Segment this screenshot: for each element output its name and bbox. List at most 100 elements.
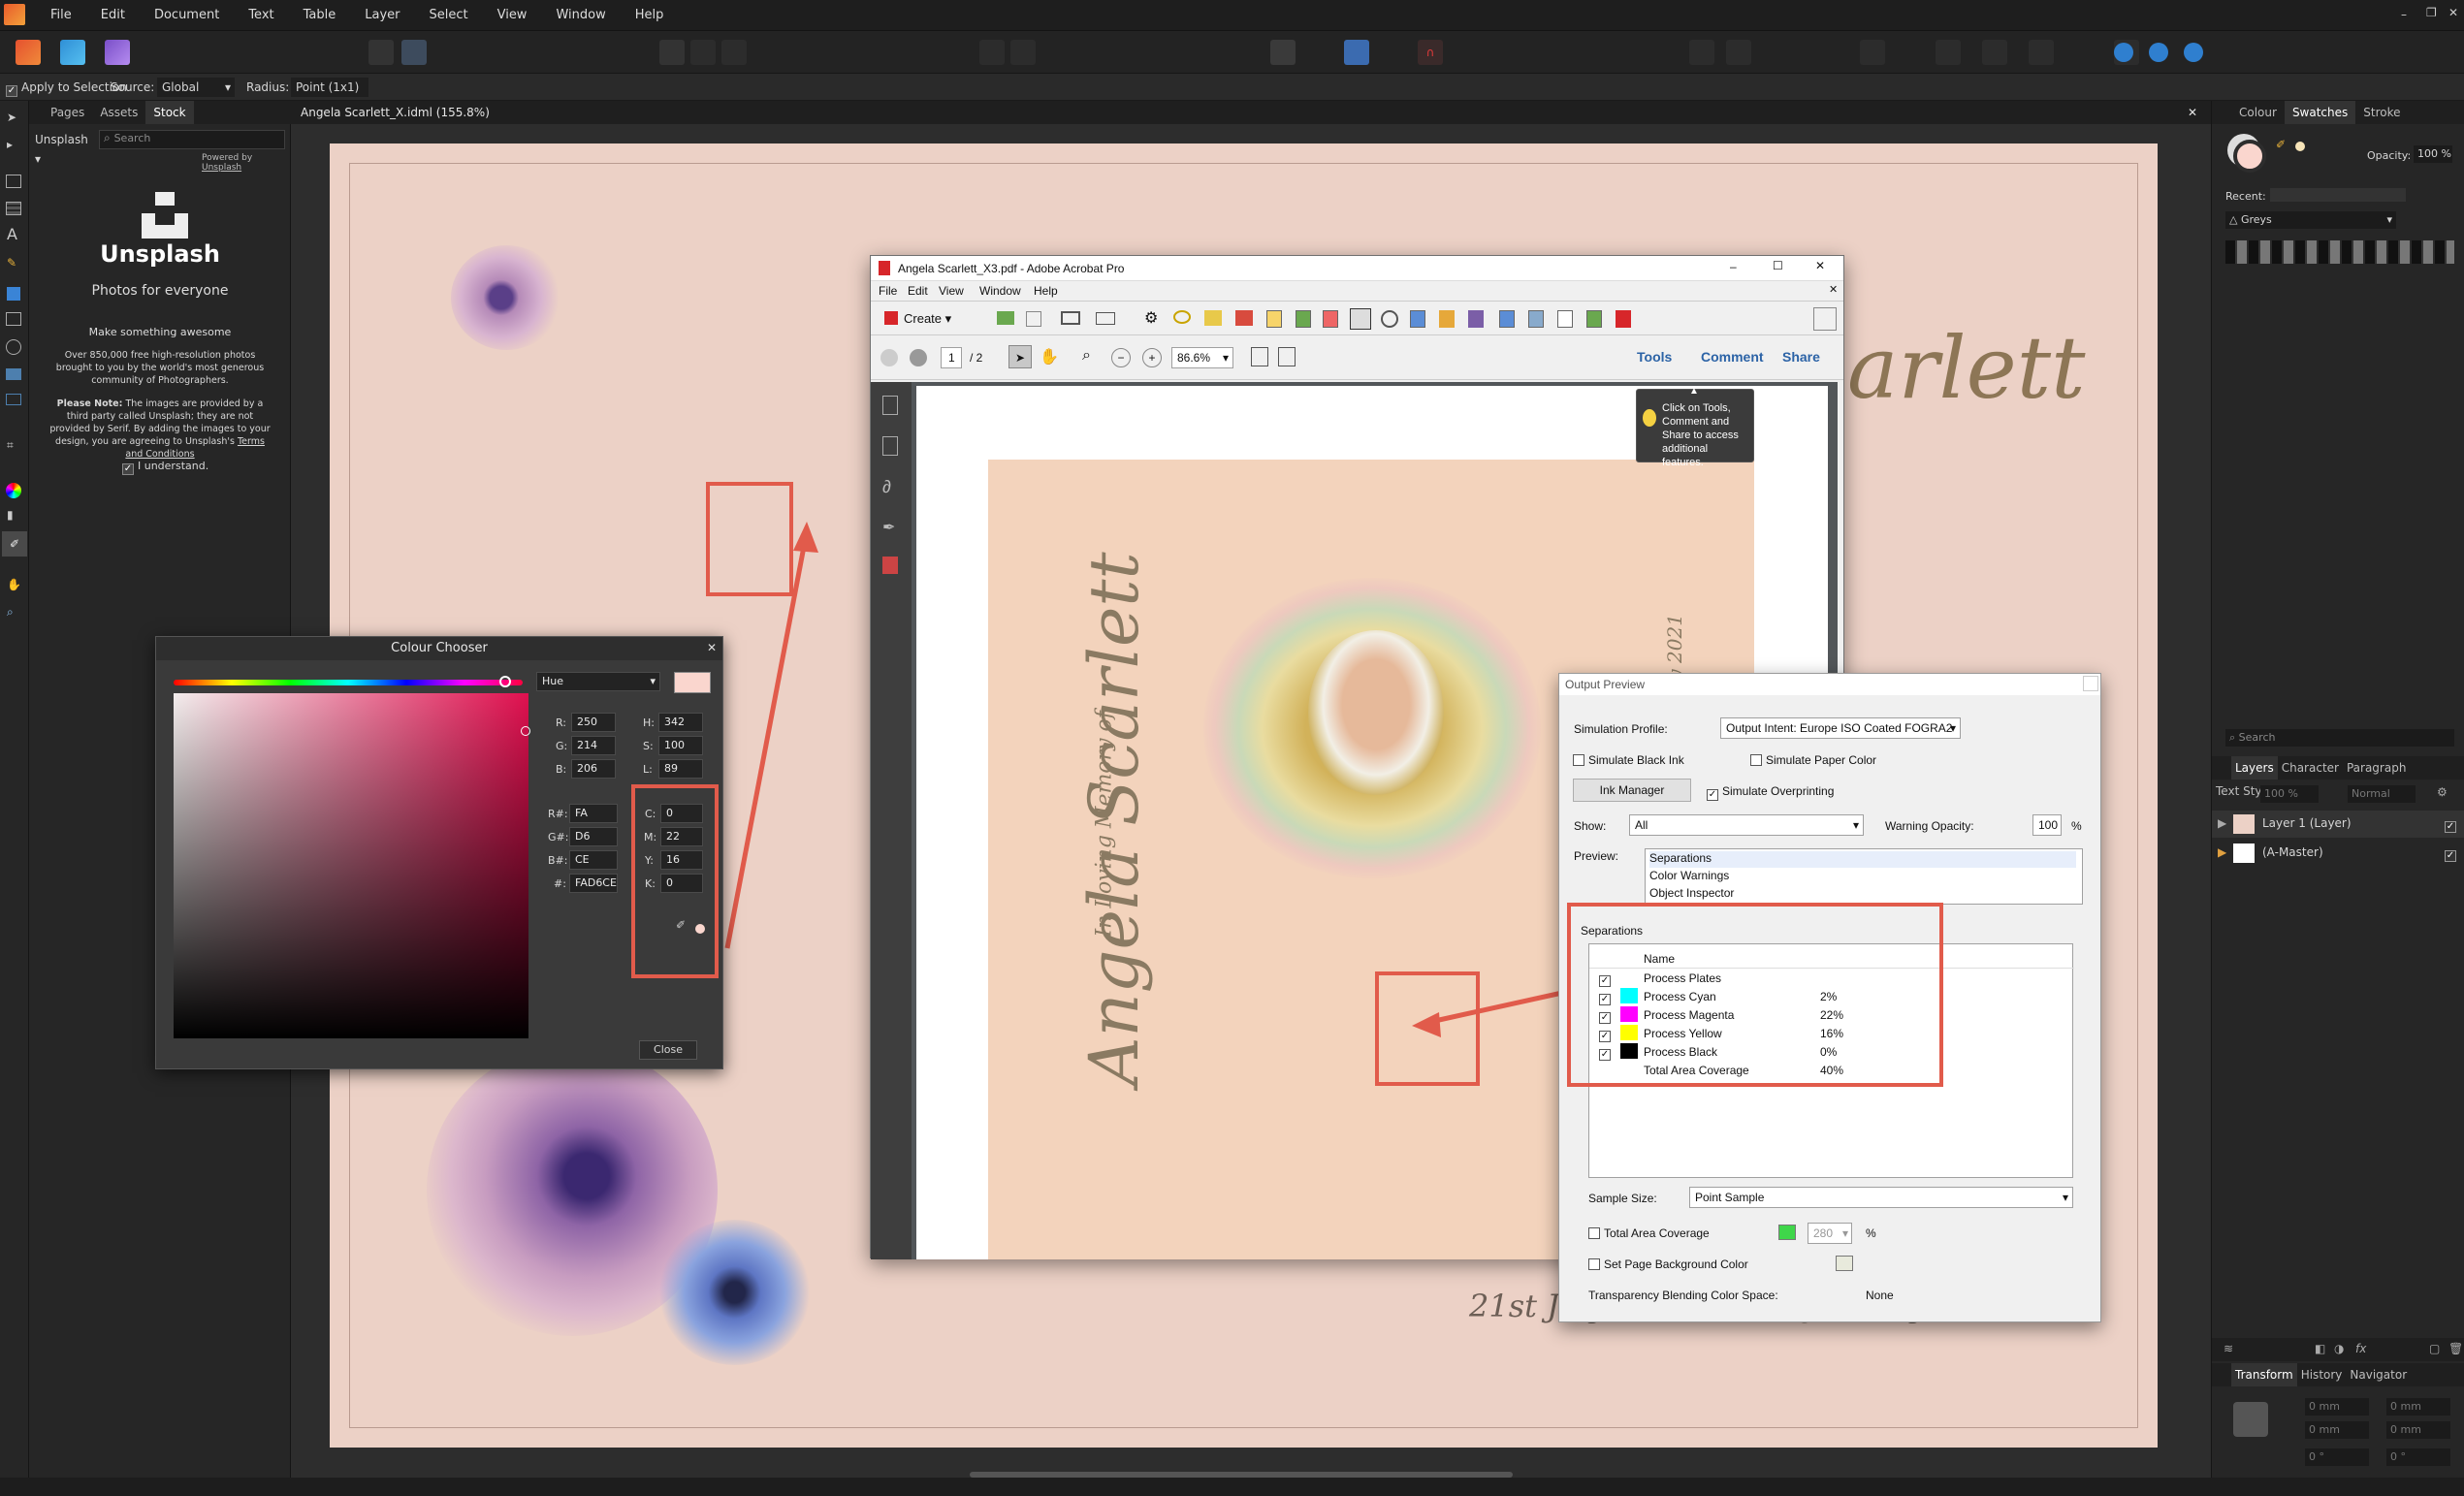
tools-pane-button[interactable]: Tools [1637,349,1672,365]
show-dropdown[interactable]: All ▾ [1629,814,1864,836]
settings-icon[interactable]: ⚙ [1144,308,1158,328]
opacity-input[interactable]: 100 % [2414,145,2452,163]
preview-item-object-inspector[interactable]: Object Inspector [1649,886,1734,900]
ellipse-frame-tool-icon[interactable] [6,339,21,355]
tab-assets[interactable]: Assets [92,101,145,124]
tac-value-input[interactable]: 280 ▾ [1808,1223,1852,1244]
transform-h-input[interactable]: 0 mm [2386,1421,2450,1439]
s-input[interactable]: 100 [658,736,703,755]
print-icon[interactable] [1061,311,1080,325]
menu-table[interactable]: Table [304,0,336,31]
minimize-icon[interactable]: – [1730,260,1737,273]
preview-item-separations[interactable]: Separations [1649,851,2076,868]
prev-page-icon[interactable] [880,349,898,366]
page-number-input[interactable]: 1 [941,347,962,368]
snapping-magnet-icon[interactable]: ∩ [1418,40,1443,65]
tab-swatches[interactable]: Swatches [2284,101,2356,124]
expand-icon[interactable] [1813,307,1837,331]
source-dropdown[interactable]: Global ▾ [157,78,235,97]
zoom-input[interactable]: 86.6% ▾ [1171,347,1233,368]
close-tab-icon[interactable]: ✕ [2188,101,2197,124]
transparency-tool-icon[interactable]: ▮ [7,508,14,522]
create-button[interactable]: Create ▾ [879,307,957,331]
toolbar-button[interactable] [2029,40,2054,65]
tool-icon[interactable] [1350,308,1371,330]
tool-icon[interactable] [1381,310,1398,328]
colour-field-handle[interactable] [521,726,530,736]
bookmarks-icon[interactable] [882,436,898,456]
text-frame-tool-icon[interactable] [6,175,21,188]
tool-icon[interactable] [1586,310,1602,328]
preflight-icon[interactable] [1270,40,1296,65]
maximize-icon[interactable]: ☐ [1773,259,1783,272]
recent-swatches[interactable] [2270,188,2406,202]
menu-window[interactable]: Window [556,0,605,31]
hex-input[interactable]: FAD6CE [569,874,618,893]
scroll-mode-icon[interactable] [1278,347,1296,366]
toolbar-button[interactable] [401,40,427,65]
close-icon[interactable]: ✕ [1815,259,1825,272]
toolbar-button[interactable] [368,40,394,65]
toolbar-button[interactable] [721,40,747,65]
tab-paragraph[interactable]: Paragraph [2343,756,2410,780]
email-icon[interactable] [1096,312,1115,325]
acro-menu-window[interactable]: Window [979,284,1021,298]
move-tool-icon[interactable]: ➤ [7,111,16,124]
palette-dropdown[interactable]: △ Greys ▾ [2225,211,2396,229]
layer-tool-icon[interactable]: ≋ [2224,1342,2233,1355]
layer-row[interactable]: ▶ (A-Master) ✓ [2212,840,2464,867]
adjustment-icon[interactable]: ◑ [2334,1342,2344,1355]
publisher-persona-icon[interactable] [16,40,41,65]
rectangle-tool-icon[interactable] [7,287,20,301]
tab-stock[interactable]: Stock [145,101,194,124]
transform-y-input[interactable]: 0 mm [2305,1421,2369,1439]
toolbar-button[interactable] [1689,40,1714,65]
photo-persona-icon[interactable] [105,40,130,65]
share-pane-button[interactable]: Share [1782,349,1820,365]
save-icon[interactable] [1026,311,1041,327]
colour-field[interactable] [174,693,528,1038]
close-document-icon[interactable]: ✕ [1829,283,1838,296]
zoom-tool-icon[interactable]: ⌕ [7,605,14,620]
add-layer-icon[interactable]: ▢ [2429,1342,2440,1355]
stock-search-input[interactable]: ⌕ Search [99,130,285,149]
tab-character[interactable]: Character [2278,756,2343,780]
place-image-tool-icon[interactable] [6,368,21,380]
layer-visible-checkbox[interactable]: ✓ [2445,816,2460,833]
delete-layer-icon[interactable]: 🗑 [2448,1342,2463,1355]
toolbar-button[interactable] [690,40,716,65]
tab-pages[interactable]: Pages [43,101,92,124]
r-input[interactable]: 250 [571,713,616,732]
tac-colour-swatch[interactable] [1778,1225,1796,1240]
unsplash-link[interactable]: Unsplash [202,163,241,173]
vector-crop-tool-icon[interactable] [6,394,21,405]
layers-icon[interactable] [882,557,898,574]
l-input[interactable]: 89 [658,759,703,779]
tool-icon[interactable] [1266,310,1282,328]
menu-view[interactable]: View [497,0,528,31]
comment-pane-button[interactable]: Comment [1701,349,1764,365]
understand-checkbox[interactable]: ✓ I understand. [122,460,208,475]
studio-icon[interactable] [2114,43,2133,62]
tool-icon[interactable] [1204,310,1222,326]
colour-mode-dropdown[interactable]: Hue ▾ [536,672,660,691]
tool-icon[interactable] [1557,310,1573,328]
marquee-zoom-icon[interactable]: ⌕ [1082,347,1091,365]
close-icon[interactable]: ✕ [2448,6,2458,19]
toolbar-button[interactable] [1936,40,1961,65]
close-icon[interactable]: ✕ [707,641,717,654]
menu-help[interactable]: Help [635,0,664,31]
menu-edit[interactable]: Edit [101,0,125,31]
menu-layer[interactable]: Layer [365,0,400,31]
toolbar-button[interactable] [979,40,1005,65]
tab-transform[interactable]: Transform [2231,1363,2297,1386]
acro-menu-help[interactable]: Help [1034,284,1058,298]
swatch-grid[interactable] [2225,240,2454,264]
layer-visible-checkbox[interactable]: ✓ [2445,845,2460,862]
picture-frame-tool-icon[interactable] [6,312,21,326]
tool-icon[interactable] [1410,310,1425,328]
preview-item-color-warnings[interactable]: Color Warnings [1649,869,1729,882]
g-input[interactable]: 214 [571,736,616,755]
page-bg-checkbox[interactable]: Set Page Background Color [1588,1257,1748,1271]
fill-stroke-swatch[interactable] [2233,140,2266,173]
